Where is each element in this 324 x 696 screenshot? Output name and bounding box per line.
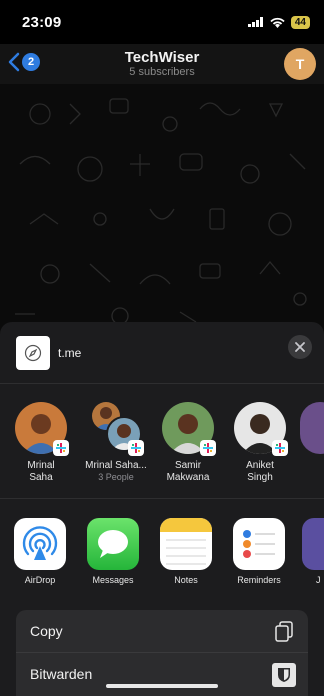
person-samir-makwana[interactable]: Samir Makwana: [151, 402, 225, 484]
app-messages[interactable]: Messages: [83, 518, 143, 585]
person-group-mrinal[interactable]: Mrinal Saha... 3 People: [79, 402, 153, 483]
app-notes[interactable]: Notes: [156, 518, 216, 585]
person-mrinal-saha[interactable]: Mrinal Saha: [4, 402, 78, 484]
chat-background: [0, 84, 324, 334]
app-airdrop[interactable]: AirDrop: [10, 518, 70, 585]
status-time: 23:09: [22, 13, 62, 31]
chevron-left-icon: [8, 52, 20, 72]
slack-icon: [53, 440, 69, 456]
doodle-pattern: [15, 98, 307, 325]
app-label: Notes: [174, 575, 198, 585]
signal-icon: [247, 17, 263, 27]
person-avatar: [162, 402, 216, 456]
app-label: Reminders: [237, 575, 281, 585]
app-reminders[interactable]: Reminders: [229, 518, 289, 585]
share-apps-row: AirDrop Messages Notes Reminders J: [0, 518, 324, 594]
channel-subtitle: 5 subscribers: [129, 66, 195, 78]
battery-indicator: 44: [290, 15, 310, 29]
slack-icon: [200, 440, 216, 456]
share-sheet: t.me Mrinal Saha Mrinal Saha... 3 People…: [0, 322, 324, 696]
app-label: Messages: [92, 575, 134, 585]
app-partial-icon: [302, 518, 324, 570]
wifi-icon: [270, 17, 285, 28]
app-label: AirDrop: [24, 575, 56, 585]
channel-title-block[interactable]: TechWiser 5 subscribers: [125, 49, 200, 79]
status-bar: 23:09 44: [0, 0, 324, 44]
close-button[interactable]: [288, 335, 312, 359]
person-avatar: [234, 402, 288, 456]
link-thumbnail: [16, 335, 50, 370]
person-name: Samir Makwana: [166, 460, 210, 483]
person-avatar: [15, 402, 69, 456]
action-label: Copy: [30, 623, 63, 639]
home-indicator[interactable]: [106, 684, 218, 688]
shared-link-preview: t.me: [0, 322, 324, 384]
status-icons: 44: [247, 15, 310, 29]
messages-icon: [87, 518, 139, 570]
copy-icon: [272, 620, 296, 644]
avatar-photo: [300, 402, 324, 454]
compass-icon: [24, 344, 42, 361]
action-label: Bitwarden: [30, 665, 93, 682]
close-icon: [295, 342, 305, 352]
copy-action[interactable]: Copy: [16, 610, 308, 652]
people-suggestions: Mrinal Saha Mrinal Saha... 3 People Sami…: [0, 402, 324, 502]
person-name: Mrinal Saha: [27, 460, 55, 483]
slack-icon: [128, 440, 144, 456]
chat-header: 2 TechWiser 5 subscribers T: [0, 44, 324, 84]
slack-icon: [272, 440, 288, 456]
person-aniket-singh[interactable]: Aniket Singh: [223, 402, 297, 484]
notes-icon: [160, 518, 212, 570]
person-subtitle: 3 People: [98, 472, 134, 482]
person-name: Mrinal Saha...: [85, 460, 147, 471]
channel-avatar[interactable]: T: [284, 48, 316, 80]
app-label: J: [316, 575, 321, 585]
bitwarden-shield-icon: [272, 663, 296, 687]
section-divider: [0, 498, 324, 499]
group-avatar: [90, 402, 144, 456]
person-name: Aniket Singh: [246, 460, 274, 483]
back-button[interactable]: 2: [8, 52, 40, 72]
app-partial[interactable]: J: [302, 518, 324, 585]
airdrop-icon: [14, 518, 66, 570]
channel-title: TechWiser: [124, 49, 200, 66]
person-partial[interactable]: [300, 402, 324, 454]
link-text: t.me: [58, 345, 82, 360]
reminders-icon: [233, 518, 285, 570]
unread-count-badge: 2: [22, 53, 40, 71]
